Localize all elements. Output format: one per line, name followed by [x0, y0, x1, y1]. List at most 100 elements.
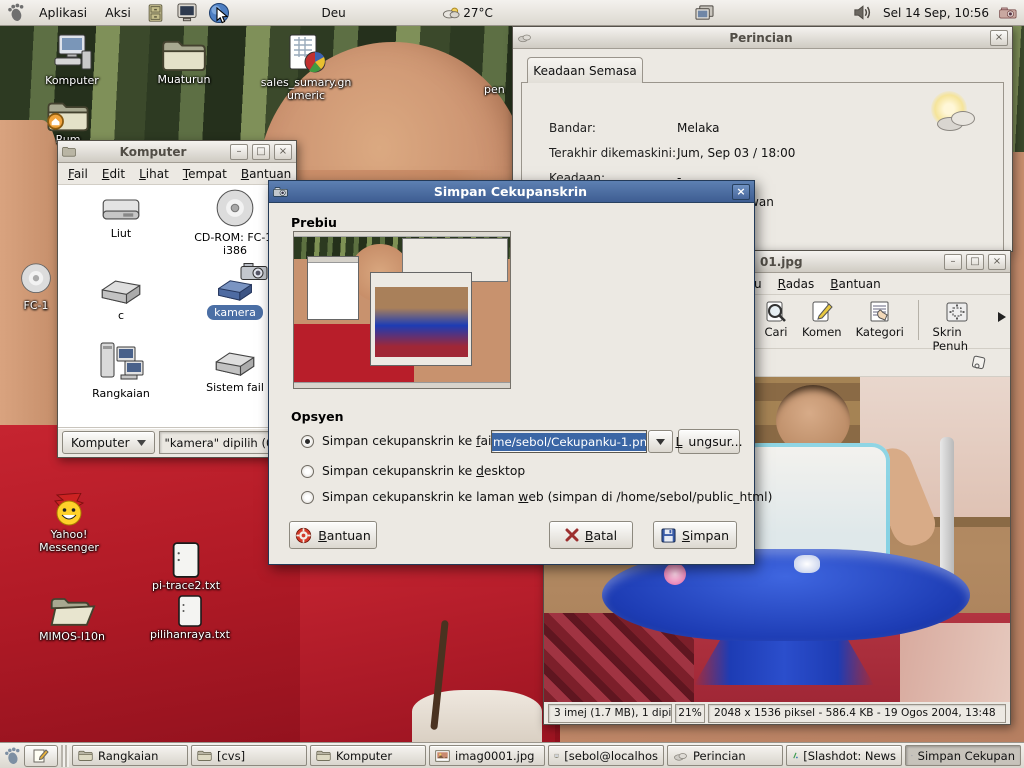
taskbar-button-perincian[interactable]: Perincian — [667, 745, 783, 766]
cancel-x-icon — [565, 528, 579, 542]
clock[interactable]: Sel 14 Sep, 10:56 — [883, 6, 989, 20]
fm-item-label-selected: kamera — [207, 305, 263, 320]
weather-value: Melaka — [677, 121, 720, 135]
fm-item-floppy[interactable]: Liut — [66, 195, 176, 240]
file-manager-titlebar[interactable]: Komputer – □ × — [58, 141, 296, 163]
notes-applet-button[interactable] — [24, 745, 58, 767]
file-manager-statusbar: Komputer "kamera" dipilih (0 by — [58, 427, 296, 457]
taskbar-button-screenshot[interactable]: Simpan Cekupan — [905, 745, 1021, 766]
file-manager-window: Komputer – □ × Fail Edit Lihat Tempat Ba… — [57, 140, 297, 458]
preview-heading: Prebiu — [291, 215, 337, 230]
close-button[interactable]: × — [732, 184, 750, 200]
image-viewer-statusbar: 3 imej (1.7 MB), 1 dipi 21% 2048 x 1536 … — [544, 702, 1010, 724]
gnome-foot-menu-icon[interactable] — [6, 3, 25, 22]
smiley-icon — [51, 493, 87, 527]
help-button[interactable]: Bantuan — [289, 521, 377, 549]
open-folder-icon — [48, 593, 96, 629]
filename-dropdown-button[interactable] — [648, 430, 673, 453]
minimize-button[interactable]: – — [944, 254, 962, 270]
weather-cloud-icon — [442, 6, 460, 19]
menu-help[interactable]: Bantuan — [241, 167, 291, 181]
gnome-foot-icon[interactable] — [3, 747, 21, 765]
desktop-icon-yahoo-messenger[interactable]: Yahoo!Messenger — [30, 493, 108, 554]
note-pencil-icon — [33, 748, 49, 763]
bottom-panel: Rangkaian [cvs] Komputer imag0001.jpg [s… — [0, 742, 1024, 768]
workspace-switcher-icon[interactable] — [694, 4, 715, 22]
desktop-icon-label-pen-partial[interactable]: pen — [484, 84, 505, 97]
taskbar-button-slashdot[interactable]: [Slashdot: News — [786, 745, 902, 766]
panel-drag-handle[interactable] — [61, 745, 69, 767]
taskbar-button-rangkaian[interactable]: Rangkaian — [72, 745, 188, 766]
desktop-icon-pi-trace[interactable]: pi-trace2.txt — [145, 542, 227, 593]
filename-entry[interactable]: me/sebol/Cekupanku-1.png — [491, 430, 647, 453]
weather-value: Jum, Sep 03 / 18:00 — [677, 146, 795, 160]
browse-button[interactable]: Lungsur... — [678, 429, 740, 454]
radio-unselected[interactable] — [301, 491, 314, 504]
screenshot-app-launcher[interactable] — [208, 2, 232, 24]
minimize-button[interactable]: – — [230, 144, 248, 160]
toolbar-overflow-arrow[interactable] — [998, 312, 1006, 322]
keyboard-layout-indicator[interactable]: Deu — [321, 6, 345, 20]
screenshot-preview-thumbnail — [293, 231, 511, 389]
menu-partial[interactable]: u — [754, 277, 762, 291]
terminal-launcher-icon[interactable] — [176, 3, 198, 22]
close-button[interactable]: × — [990, 30, 1008, 46]
volume-icon[interactable] — [853, 4, 873, 21]
menu-tools[interactable]: Radas — [778, 277, 815, 291]
text-file-icon — [171, 542, 201, 578]
cdrom-icon — [213, 187, 257, 229]
dialog-titlebar[interactable]: Simpan Cekupanskrin × — [269, 181, 754, 203]
desktop-icon-cd[interactable]: FC-1 — [10, 262, 62, 313]
toolbar-separator — [918, 300, 919, 340]
fm-item-network[interactable]: Rangkaian — [66, 341, 176, 400]
menu-view[interactable]: Lihat — [139, 167, 169, 181]
desktop-icon-label: MIMOS-l10n — [39, 631, 105, 644]
taskbar-button-image[interactable]: imag0001.jpg — [429, 745, 545, 766]
option-save-to-desktop[interactable]: Simpan cekupanskrin ke desktop — [301, 464, 525, 478]
location-dropdown-button[interactable]: Komputer — [62, 431, 155, 454]
maximize-button[interactable]: □ — [966, 254, 984, 270]
cancel-button[interactable]: Batal — [549, 521, 633, 549]
chevron-down-icon — [656, 439, 665, 445]
tab-current-conditions[interactable]: Keadaan Semasa — [527, 57, 643, 83]
menu-file[interactable]: Fail — [68, 167, 88, 181]
maximize-button[interactable]: □ — [252, 144, 270, 160]
radio-selected[interactable] — [301, 435, 314, 448]
option-label: Simpan cekupanskrin ke laman web (simpan… — [322, 490, 772, 504]
hard-drive-icon — [213, 347, 257, 379]
desktop-icon-label: pilihanraya.txt — [150, 629, 230, 642]
window-icon — [62, 146, 76, 157]
search-button[interactable]: Cari — [760, 298, 792, 341]
radio-unselected[interactable] — [301, 465, 314, 478]
taskbar-button-terminal[interactable]: [sebol@localhos — [548, 745, 664, 766]
camera-tray-icon[interactable] — [999, 6, 1018, 20]
save-button[interactable]: Simpan — [653, 521, 737, 549]
taskbar-button-komputer[interactable]: Komputer — [310, 745, 426, 766]
desktop-icon-downloads[interactable]: Muaturun — [140, 38, 228, 87]
fm-item-drive-c[interactable]: c — [66, 275, 176, 322]
fm-item-label: Liut — [111, 227, 131, 240]
file-cabinet-launcher-icon[interactable] — [145, 3, 166, 23]
option-save-to-web[interactable]: Simpan cekupanskrin ke laman web (simpan… — [301, 490, 772, 504]
status-image-detail: 2048 x 1536 piksel - 586.4 KB - 19 Ogos … — [708, 704, 1006, 723]
desktop-icon-mimos[interactable]: MIMOS-l10n — [32, 593, 112, 644]
fullscreen-button[interactable]: Skrin Penuh — [929, 298, 986, 355]
desktop-icon-computer[interactable]: Komputer — [28, 33, 116, 88]
menu-help[interactable]: Bantuan — [830, 277, 880, 291]
close-button[interactable]: × — [274, 144, 292, 160]
weather-applet[interactable]: 27°C — [442, 6, 493, 20]
menu-places[interactable]: Tempat — [183, 167, 227, 181]
close-button[interactable]: × — [988, 254, 1006, 270]
comment-button[interactable]: Komen — [798, 298, 846, 341]
weather-window-titlebar[interactable]: Perincian × — [513, 27, 1012, 49]
menu-actions[interactable]: Aksi — [101, 5, 135, 20]
menu-applications[interactable]: Aplikasi — [35, 5, 91, 20]
taskbar-button-cvs[interactable]: [cvs] — [191, 745, 307, 766]
desktop-icon-spreadsheet[interactable]: sales_sumary.gnumeric — [258, 33, 354, 102]
desktop-icon-pilihanraya[interactable]: pilihanraya.txt — [145, 595, 235, 642]
cd-icon — [17, 262, 55, 298]
feed-reader-icon — [792, 749, 798, 762]
categories-button[interactable]: Kategori — [852, 298, 908, 341]
option-save-to-file[interactable]: Simpan cekupanskrin ke fail: — [301, 434, 499, 448]
menu-edit[interactable]: Edit — [102, 167, 125, 181]
